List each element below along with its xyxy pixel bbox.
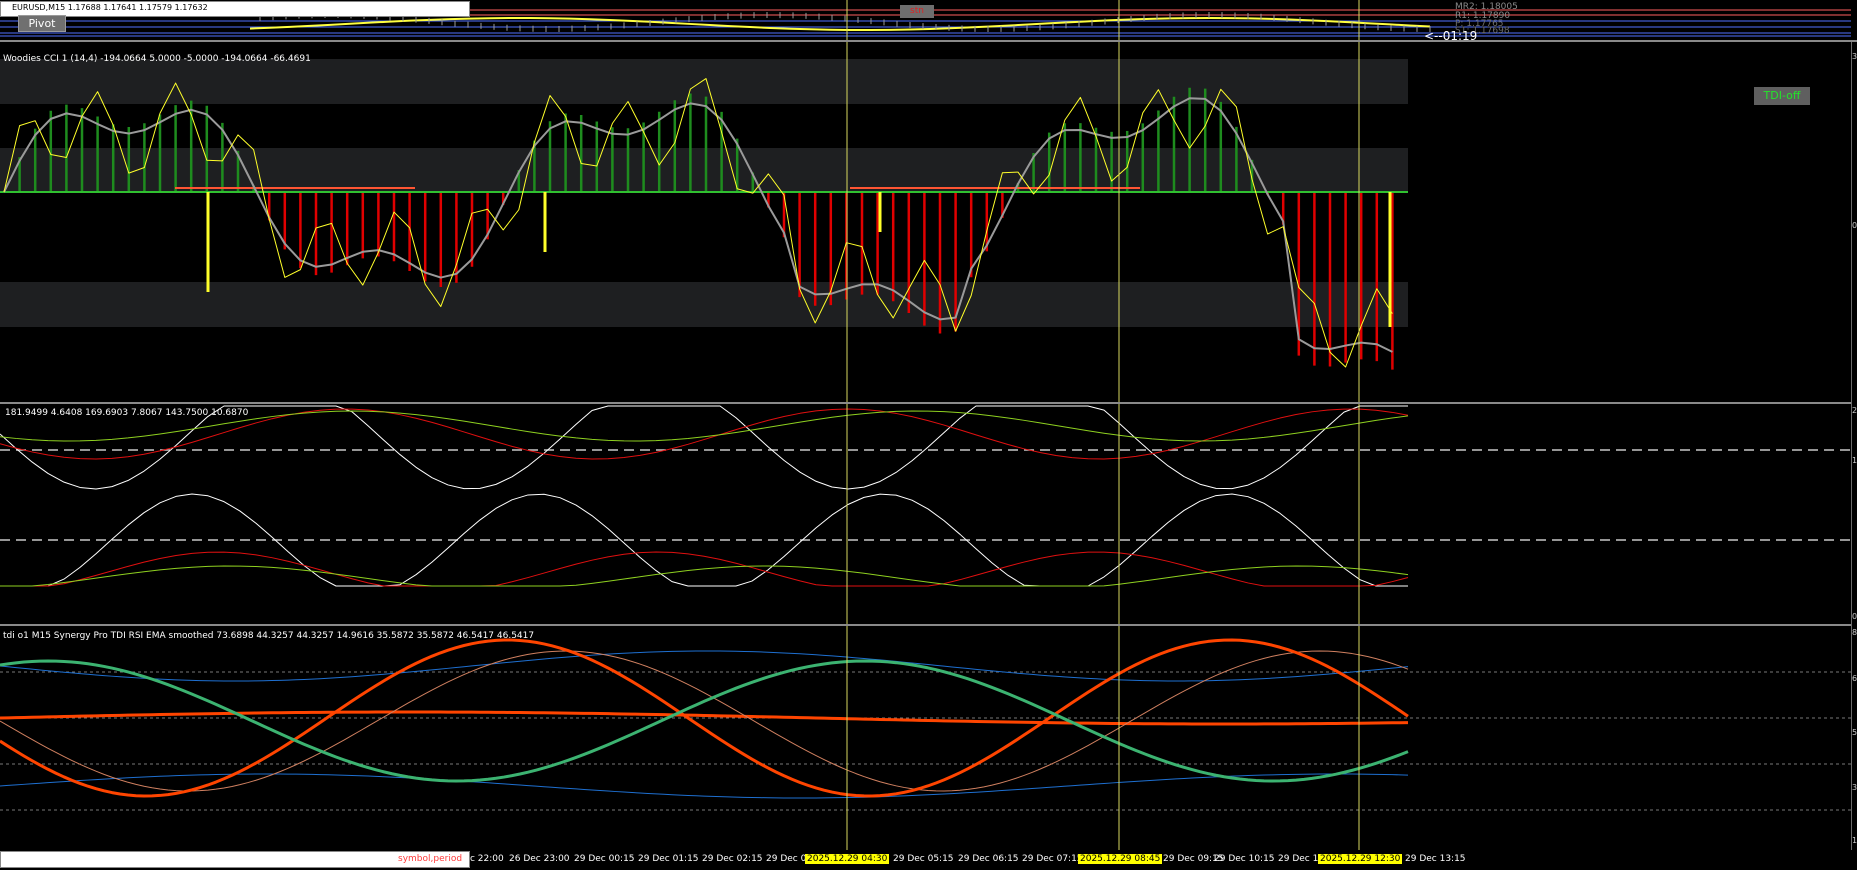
time-label: 29 Dec 05:15 [893,854,954,864]
time-label: 29 Dec 06:15 [958,854,1019,864]
tdi-chart [0,626,1851,850]
scale-label: 3 [1852,783,1857,792]
scale-label: 2 [1852,406,1857,415]
scale-label: 1 [1852,456,1857,465]
time-label-highlighted: 2025.12.29 12:30 [1318,854,1403,864]
time-label-highlighted: 2025.12.29 08:45 [1078,854,1163,864]
time-label: 29 Dec 02:15 [702,854,763,864]
time-label: 29 Dec 13:15 [1405,854,1466,864]
time-label: 26 Dec 23:00 [509,854,570,864]
stn-badge[interactable]: stn [900,5,934,18]
time-label: 29 Dec 10:15 [1214,854,1275,864]
stoch-pane[interactable]: 181.9499 4.6408 169.6903 7.8067 143.7500… [0,404,1851,624]
tdi-rsi-price-line [0,659,1409,783]
scale-label: 5 [1852,728,1857,737]
scale-label: 3 [1852,52,1857,61]
price-pane[interactable]: EURUSD,M15 1.17688 1.17641 1.17579 1.176… [0,0,1851,40]
time-label: 29 Dec 07:15 [1022,854,1083,864]
time-label: c 22:00 [470,854,504,864]
scale-label: 1 [1852,836,1857,845]
stochastic-chart [0,404,1851,624]
stoch-title: 181.9499 4.6408 169.6903 7.8067 143.7500… [5,408,249,418]
pivot-button[interactable]: Pivot [18,15,66,32]
cci-chart [0,42,1408,402]
cci-pane[interactable]: Woodies CCI 1 (14,4) -194.0664 5.0000 -5… [0,42,1851,402]
cci-title: Woodies CCI 1 (14,4) -194.0664 5.0000 -5… [3,54,311,64]
tdi-lower-band [0,773,1409,799]
scale-label: 0 [1852,612,1857,621]
tdi-pane[interactable]: tdi o1 M15 Synergy Pro TDI RSI EMA smoot… [0,626,1851,850]
time-label: 29 Dec 01:15 [638,854,699,864]
cci-band [0,59,1408,104]
stoch-white-upper [0,405,1408,490]
tdi-off-button[interactable]: TDI-off [1754,87,1810,105]
scale-label: 6 [1852,674,1857,683]
input-hint: symbol,period [398,854,463,864]
cci-band [0,148,1408,192]
countdown-timer: <--01:19 [1424,29,1478,40]
tdi-upper-band [0,650,1409,682]
chart-symbol-header: EURUSD,M15 1.17688 1.17641 1.17579 1.176… [12,3,208,12]
tdi-title: tdi o1 M15 Synergy Pro TDI RSI EMA smoot… [3,631,535,641]
time-axis[interactable]: symbol,period c 22:00 26 Dec 23:00 29 De… [0,850,1857,870]
scale-label: 8 [1852,628,1857,637]
cci-band [0,282,1408,327]
scale-label: 0 [1852,221,1857,230]
price-ma-line [249,17,1431,31]
time-label: 29 Dec 00:15 [574,854,635,864]
time-label-highlighted: 2025.12.29 04:30 [805,854,890,864]
